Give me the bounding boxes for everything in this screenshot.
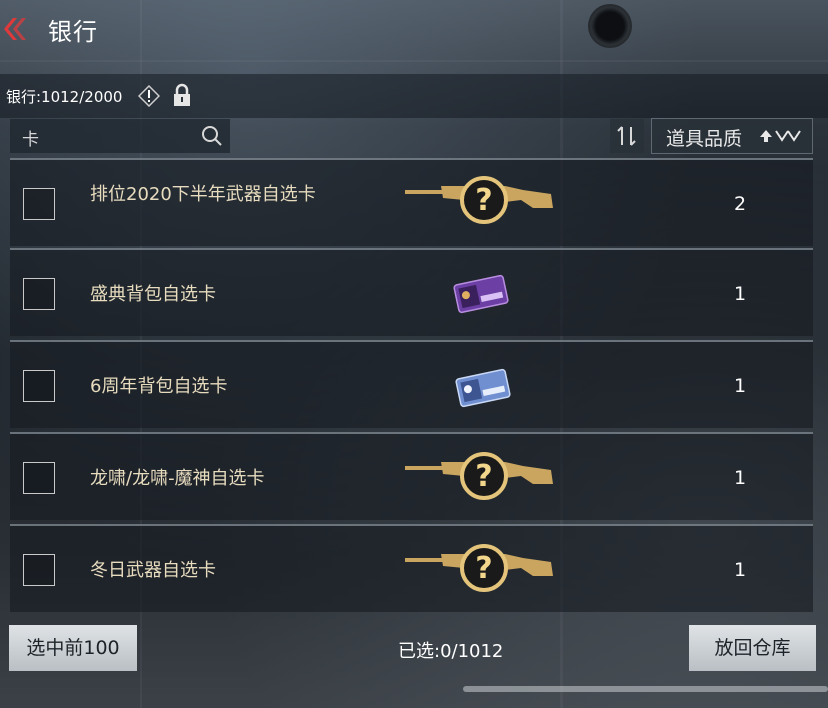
- item-list: 排位2020下半年武器自选卡 ? 2 盛典背包自选卡 1 6周年背包自选卡 1 …: [10, 158, 813, 614]
- blue-card-icon: [455, 368, 511, 408]
- select-checkbox[interactable]: [23, 370, 55, 402]
- select-checkbox[interactable]: [23, 188, 55, 220]
- camera-cutout: [588, 4, 632, 48]
- bg-line: [0, 60, 828, 62]
- item-quantity: 1: [733, 467, 747, 489]
- home-indicator: [463, 686, 828, 692]
- svg-text:?: ?: [475, 183, 492, 218]
- quality-sort-label: 道具品质: [666, 128, 743, 150]
- list-item[interactable]: 6周年背包自选卡 1: [10, 340, 813, 428]
- return-to-warehouse-button[interactable]: 放回仓库: [689, 625, 816, 671]
- list-item[interactable]: 冬日武器自选卡 ? 1: [10, 524, 813, 612]
- item-name: 6周年背包自选卡: [90, 376, 228, 397]
- item-quantity: 1: [733, 375, 747, 397]
- select-checkbox[interactable]: [23, 278, 55, 310]
- list-item[interactable]: 龙啸/龙啸-魔神自选卡 ? 1: [10, 432, 813, 520]
- header: 银行: [0, 0, 828, 60]
- search-value: 卡: [22, 130, 39, 150]
- svg-text:?: ?: [475, 459, 492, 494]
- svg-text:?: ?: [475, 551, 492, 586]
- purple-card-icon: [453, 274, 509, 314]
- bank-capacity: 银行:1012/2000: [6, 88, 123, 106]
- golden-rifle-question-icon: ?: [405, 452, 553, 500]
- select-top-100-button[interactable]: 选中前100: [9, 625, 137, 671]
- info-icon[interactable]: [138, 85, 160, 107]
- item-name: 冬日武器自选卡: [90, 560, 216, 581]
- list-item[interactable]: 盛典背包自选卡 1: [10, 248, 813, 336]
- item-quantity: 2: [733, 193, 747, 215]
- quality-sort-dropdown[interactable]: 道具品质: [651, 118, 813, 154]
- page-title: 银行: [48, 18, 98, 46]
- list-item[interactable]: 排位2020下半年武器自选卡 ? 2: [10, 158, 813, 246]
- selected-count: 已选:0/1012: [398, 641, 504, 662]
- item-name: 盛典背包自选卡: [90, 284, 216, 305]
- search-icon[interactable]: [200, 124, 224, 148]
- item-name: 排位2020下半年武器自选卡: [90, 184, 316, 205]
- sort-direction-icon: [760, 130, 801, 142]
- item-name: 龙啸/龙啸-魔神自选卡: [90, 468, 265, 489]
- lock-icon[interactable]: [172, 83, 192, 107]
- back-arrow-icon[interactable]: [0, 14, 30, 44]
- select-checkbox[interactable]: [23, 554, 55, 586]
- golden-rifle-question-icon: ?: [405, 176, 553, 224]
- bank-info-bar: [0, 74, 828, 118]
- item-quantity: 1: [733, 283, 747, 305]
- search-input[interactable]: 卡: [10, 119, 230, 153]
- sort-order-button[interactable]: [610, 119, 644, 153]
- golden-rifle-question-icon: ?: [405, 544, 553, 592]
- sort-arrows-icon: [617, 126, 636, 146]
- select-checkbox[interactable]: [23, 462, 55, 494]
- item-quantity: 1: [733, 559, 747, 581]
